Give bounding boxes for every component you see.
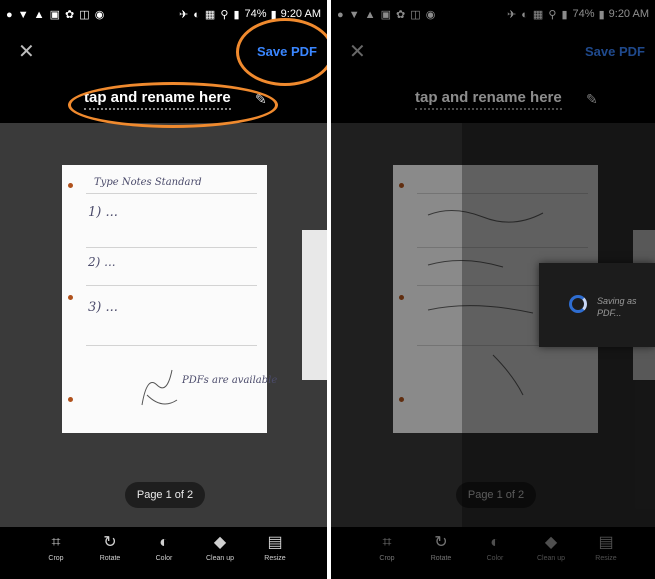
page-rule	[86, 193, 257, 194]
tool-rotate[interactable]: ↻ Rotate	[90, 533, 130, 562]
status-bar: ● ▼ ▲ ▣ ✿ ◫ ◉ ✈ ◐ ▦ ⚲ ▮ 74% ▮ 9:20 AM	[0, 0, 327, 28]
cleanup-icon: ◆	[213, 534, 227, 551]
next-page-preview[interactable]	[302, 230, 327, 380]
battery-icon: ▮	[270, 8, 277, 21]
filename-field[interactable]: tap and rename here	[84, 89, 231, 110]
right-screen: ● ▼ ▲ ▣ ✿ ◫ ◉ ✈ ◐ ▦ ⚲ ▮ 74% ▮ 9:20 AM ✕ …	[331, 0, 655, 579]
loading-spinner-icon	[569, 295, 587, 313]
tool-crop[interactable]: ⌗ Crop	[36, 533, 76, 562]
save-pdf-button[interactable]: Save PDF	[257, 44, 317, 59]
binder-hole	[68, 397, 73, 402]
handwritten-line: 3) ...	[88, 300, 118, 315]
saving-dialog: Saving as PDF...	[539, 263, 655, 347]
binder-hole	[68, 295, 73, 300]
page-rule	[86, 345, 257, 346]
tool-resize[interactable]: ▤ Resize	[255, 533, 295, 562]
handwritten-line: PDFs are available	[182, 375, 278, 386]
left-screen: ● ▼ ▲ ▣ ✿ ◫ ◉ ✈ ◐ ▦ ⚲ ▮ 74% ▮ 9:20 AM ✕ …	[0, 0, 327, 579]
crop-icon: ⌗	[51, 534, 61, 551]
resize-icon: ▤	[267, 534, 283, 551]
binder-hole	[68, 183, 73, 188]
rotate-icon: ↻	[103, 534, 117, 551]
pencil-icon[interactable]: ✎	[255, 91, 267, 108]
top-bar: ✕ Save PDF	[0, 28, 327, 83]
saving-message: Saving as PDF...	[597, 296, 637, 318]
page-rule	[86, 285, 257, 286]
sketch-drawing	[141, 369, 178, 406]
tool-cleanup[interactable]: ◆ Clean up	[200, 533, 240, 562]
scan-canvas: Type Notes Standard 1) ... 2) ... 3) ...…	[0, 123, 327, 527]
status-icons: ✈ ◐ ▦ ⚲ ▮	[178, 8, 241, 21]
battery-percent: 74%	[244, 8, 267, 20]
handwritten-line: Type Notes Standard	[94, 177, 202, 188]
page-indicator: Page 1 of 2	[125, 482, 205, 508]
title-bar: tap and rename here ✎	[0, 83, 327, 123]
handwritten-line: 2) ...	[88, 255, 116, 269]
scanned-page[interactable]: Type Notes Standard 1) ... 2) ... 3) ...…	[62, 165, 277, 433]
tool-color[interactable]: ◐ Color	[144, 533, 184, 562]
color-icon: ◐	[159, 534, 169, 551]
page-rule	[86, 247, 257, 248]
bottom-toolbar: ⌗ Crop ↻ Rotate ◐ Color ◆ Clean up ▤ Res…	[0, 527, 327, 579]
clock: 9:20 AM	[280, 8, 321, 20]
close-icon[interactable]: ✕	[18, 42, 35, 62]
handwritten-line: 1) ...	[88, 205, 118, 220]
notification-icons: ● ▼ ▲ ▣ ✿ ◫ ◉	[6, 8, 106, 21]
